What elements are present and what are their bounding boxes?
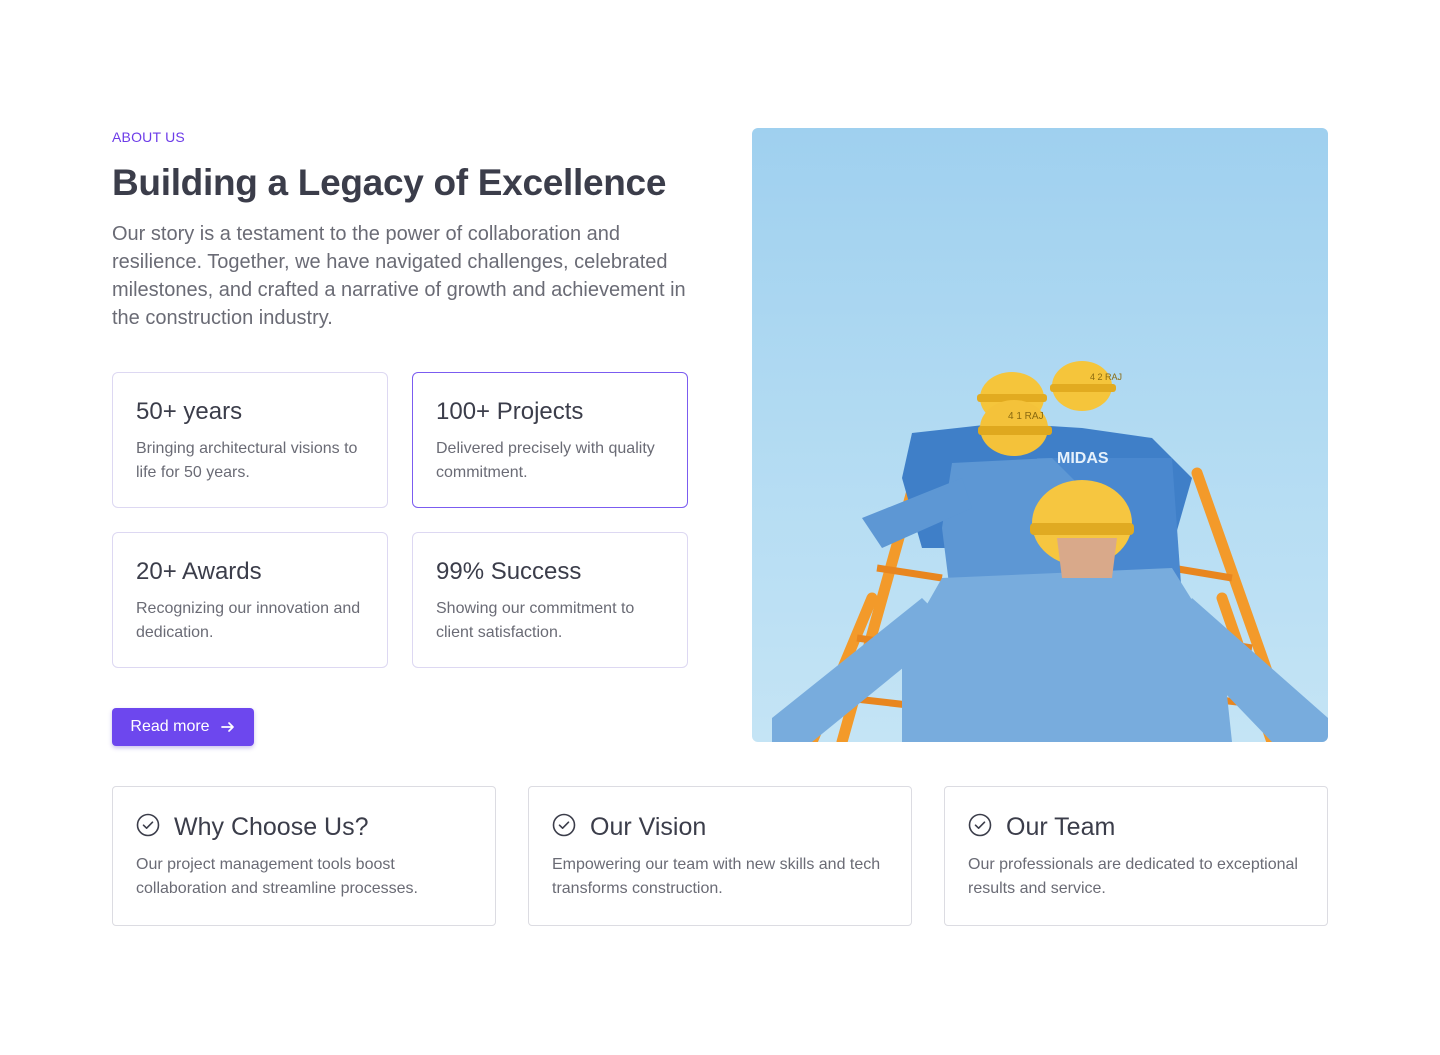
- shirt-label: MIDAS: [1057, 450, 1109, 467]
- stat-card-projects: 100+ Projects Delivered precisely with q…: [412, 372, 688, 508]
- feature-text: Our project management tools boost colla…: [136, 856, 418, 897]
- helmet-label: 4 1 RAJ: [1008, 411, 1044, 422]
- feature-text: Our professionals are dedicated to excep…: [968, 856, 1298, 897]
- read-more-button[interactable]: Read more: [112, 708, 254, 746]
- feature-card-our-vision: Our Vision Empowering our team with new …: [528, 786, 912, 926]
- stat-title: 50+ years: [136, 398, 243, 425]
- stat-title: 20+ Awards: [136, 558, 262, 585]
- feature-title: Our Team: [1006, 813, 1116, 841]
- check-circle-icon: [136, 813, 160, 842]
- feature-card-our-team: Our Team Our professionals are dedicated…: [944, 786, 1328, 926]
- about-description: Our story is a testament to the power of…: [112, 223, 686, 329]
- arrow-right-icon: [220, 719, 236, 735]
- stat-text: Delivered precisely with quality commitm…: [436, 440, 655, 481]
- check-circle-icon: [968, 813, 992, 842]
- hero-photo: MIDAS 4 1 RAJ 4 2 RAJ: [752, 128, 1328, 742]
- stat-card-years: 50+ years Bringing architectural visions…: [112, 372, 388, 508]
- feature-text: Empowering our team with new skills and …: [552, 856, 881, 897]
- stat-title: 99% Success: [436, 558, 582, 585]
- stat-card-awards: 20+ Awards Recognizing our innovation an…: [112, 532, 388, 668]
- stat-text: Showing our commitment to client satisfa…: [436, 600, 635, 641]
- feature-card-why-choose-us: Why Choose Us? Our project management to…: [112, 786, 496, 926]
- helmet-label: 4 2 RAJ: [1090, 372, 1122, 382]
- stat-text: Bringing architectural visions to life f…: [136, 440, 358, 481]
- check-circle-icon: [552, 813, 576, 842]
- stat-card-success: 99% Success Showing our commitment to cl…: [412, 532, 688, 668]
- construction-workers-illustration: MIDAS 4 1 RAJ 4 2 RAJ: [752, 128, 1328, 742]
- read-more-label: Read more: [130, 718, 210, 735]
- feature-title: Our Vision: [590, 813, 707, 841]
- about-eyebrow: ABOUT US: [112, 129, 185, 145]
- feature-title: Why Choose Us?: [174, 813, 369, 841]
- page-title: Building a Legacy of Excellence: [112, 162, 667, 203]
- stat-title: 100+ Projects: [436, 398, 584, 425]
- stat-text: Recognizing our innovation and dedicatio…: [136, 600, 361, 641]
